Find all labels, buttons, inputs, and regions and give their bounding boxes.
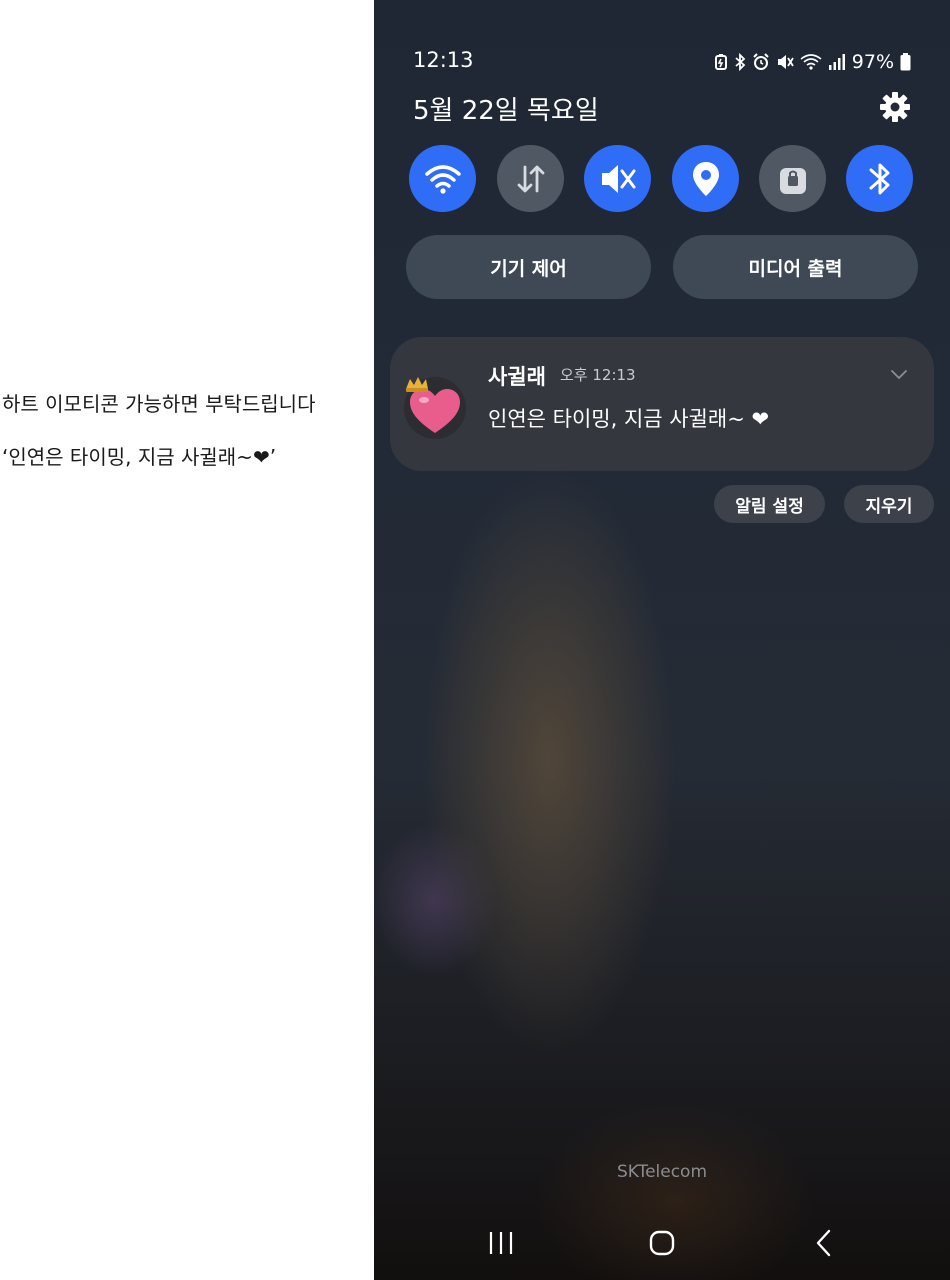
status-bar: 12:13 97%	[413, 48, 911, 76]
chevron-down-icon[interactable]	[890, 365, 908, 380]
recent-apps-icon	[489, 1232, 513, 1254]
notification-time: 오후 12:13	[560, 366, 636, 384]
status-icons: 97%	[714, 48, 911, 76]
clear-notifications-button[interactable]: 지우기	[844, 485, 934, 523]
left-panel: 하트 이모티콘 가능하면 부탁드립니다 ‘인연은 타이밍, 지금 사귈래~❤’	[0, 0, 374, 1280]
qs-sound-toggle[interactable]	[584, 145, 651, 212]
wifi-icon	[800, 53, 822, 71]
battery-percent: 97%	[851, 51, 894, 73]
device-control-button[interactable]: 기기 제어	[406, 235, 651, 299]
qs-mobile-data-toggle[interactable]	[497, 145, 564, 212]
qs-bluetooth-toggle[interactable]	[846, 145, 913, 212]
signal-icon	[828, 53, 846, 71]
sample-message-text: ‘인연은 타이밍, 지금 사귈래~❤’	[2, 445, 277, 469]
home-icon	[649, 1230, 675, 1256]
recent-apps-button[interactable]	[481, 1225, 521, 1261]
lock-icon	[779, 167, 806, 194]
notification-card[interactable]: 사귈래 오후 12:13 인연은 타이밍, 지금 사귈래~ ❤	[390, 337, 934, 471]
panel-date: 5월 22일 목요일	[413, 96, 599, 126]
alarm-icon	[752, 53, 770, 71]
back-button[interactable]	[804, 1225, 844, 1261]
qs-secure-folder-toggle[interactable]	[759, 145, 826, 212]
notification-app-name: 사귈래	[488, 365, 546, 389]
mute-icon	[776, 53, 794, 71]
notification-message: 인연은 타이밍, 지금 사귈래~ ❤	[488, 407, 770, 431]
status-time: 12:13	[413, 48, 474, 72]
app-heart-crown-icon	[402, 375, 468, 441]
battery-icon	[900, 53, 911, 71]
qs-wifi-toggle[interactable]	[409, 145, 476, 212]
notification-settings-button[interactable]: 알림 설정	[714, 485, 825, 523]
phone-screen: 12:13 97% 5월 22일 목요일 기기 제어 미디어 출력 사귈래 오후…	[374, 0, 950, 1280]
media-output-button[interactable]: 미디어 출력	[673, 235, 918, 299]
bluetooth-icon	[734, 53, 746, 71]
carrier-label: SKTelecom	[616, 1162, 708, 1182]
back-chevron-icon	[816, 1229, 831, 1257]
location-pin-icon	[692, 161, 719, 196]
quick-settings-row	[409, 145, 914, 212]
mute-icon	[601, 164, 635, 193]
navigation-bar	[374, 1215, 950, 1270]
data-arrows-icon	[517, 165, 544, 192]
bluetooth-icon	[869, 163, 889, 194]
request-text: 하트 이모티콘 가능하면 부탁드립니다	[2, 392, 316, 416]
battery-saver-icon	[714, 53, 728, 71]
home-button[interactable]	[642, 1225, 682, 1261]
wifi-icon	[424, 164, 461, 194]
qs-location-toggle[interactable]	[672, 145, 739, 212]
settings-gear-icon[interactable]	[878, 90, 912, 124]
